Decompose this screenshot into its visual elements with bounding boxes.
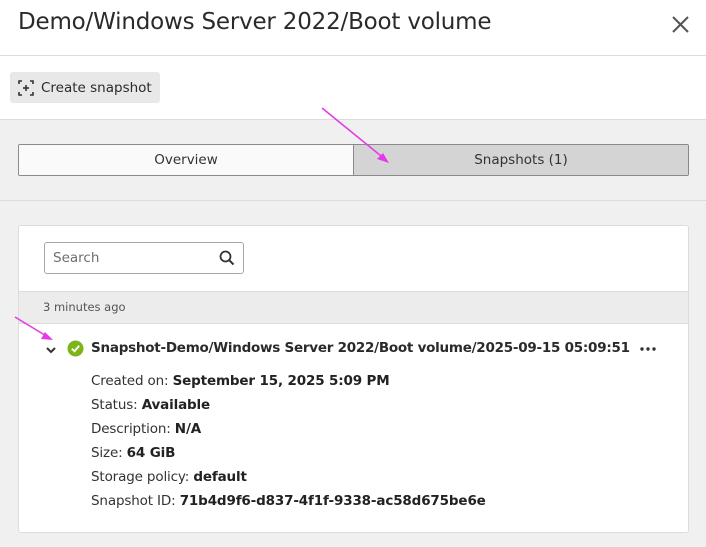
group-header: 3 minutes ago <box>19 291 688 324</box>
search-input[interactable] <box>45 243 215 273</box>
detail-size: Size: 64 GiB <box>91 445 486 469</box>
detail-snapshot-id: Snapshot ID: 71b4d9f6-d837-4f1f-9338-ac5… <box>91 493 486 517</box>
search-icon[interactable] <box>219 250 235 266</box>
group-time-label: 3 minutes ago <box>43 300 126 314</box>
detail-created-on: Created on: September 15, 2025 5:09 PM <box>91 373 486 397</box>
create-snapshot-button[interactable]: Create snapshot <box>10 72 160 103</box>
tab-snapshots[interactable]: Snapshots (1) <box>354 145 688 175</box>
detail-description: Description: N/A <box>91 421 486 445</box>
detail-value: September 15, 2025 5:09 PM <box>172 373 390 389</box>
tab-bar: Overview Snapshots (1) <box>18 144 689 176</box>
search-box <box>44 242 244 274</box>
create-snapshot-label: Create snapshot <box>41 79 152 96</box>
detail-value: N/A <box>174 421 202 437</box>
more-options-icon[interactable] <box>636 338 660 360</box>
detail-label: Size: <box>91 445 123 461</box>
detail-label: Status: <box>91 397 138 413</box>
tabs-area: Overview Snapshots (1) <box>0 120 706 201</box>
detail-label: Created on: <box>91 373 169 389</box>
snapshot-row[interactable]: Snapshot-Demo/Windows Server 2022/Boot v… <box>19 336 688 362</box>
page-title: Demo/Windows Server 2022/Boot volume <box>18 9 492 35</box>
detail-value: default <box>193 469 247 485</box>
toolbar: Create snapshot <box>0 56 706 120</box>
snapshot-name: Snapshot-Demo/Windows Server 2022/Boot v… <box>91 340 630 356</box>
detail-label: Storage policy: <box>91 469 190 485</box>
detail-value: 71b4d9f6-d837-4f1f-9338-ac58d675be6e <box>179 493 486 509</box>
snapshot-icon <box>18 79 34 96</box>
close-button[interactable] <box>666 10 696 40</box>
tab-overview[interactable]: Overview <box>19 145 354 175</box>
detail-value: 64 GiB <box>126 445 176 461</box>
detail-label: Snapshot ID: <box>91 493 176 509</box>
snapshot-details: Created on: September 15, 2025 5:09 PM S… <box>91 373 486 517</box>
close-icon <box>672 16 689 33</box>
detail-status: Status: Available <box>91 397 486 421</box>
snapshots-panel: 3 minutes ago Snapshot-Demo/Windows Serv… <box>18 225 689 533</box>
detail-storage-policy: Storage policy: default <box>91 469 486 493</box>
detail-label: Description: <box>91 421 171 437</box>
check-circle-icon <box>67 340 84 357</box>
chevron-down-icon[interactable] <box>45 345 57 355</box>
detail-value: Available <box>141 397 211 413</box>
dialog-header: Demo/Windows Server 2022/Boot volume <box>0 0 706 56</box>
